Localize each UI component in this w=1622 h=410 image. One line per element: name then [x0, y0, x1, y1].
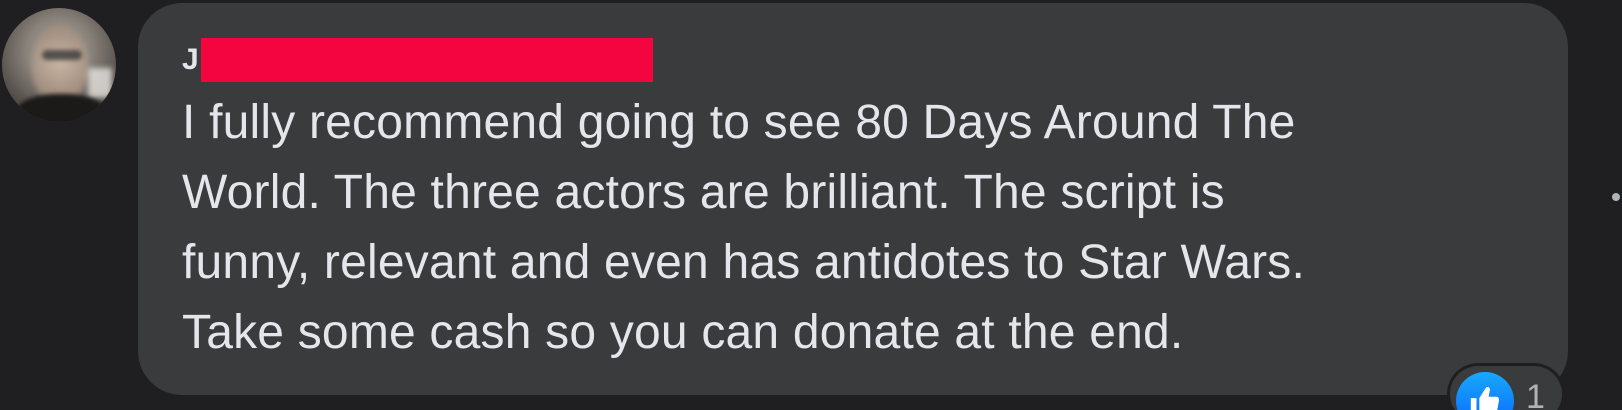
comment-author[interactable]: J: [182, 38, 653, 82]
more-options-icon[interactable]: [1612, 193, 1620, 201]
avatar-background: [88, 68, 112, 98]
comment-thread: J I fully recommend going to see 80 Days…: [0, 0, 1622, 410]
thumbs-up-glyph: [1470, 386, 1500, 410]
comment-line-2: World. The three actors are brilliant. T…: [182, 166, 1225, 219]
avatar-glasses: [42, 50, 82, 60]
avatar[interactable]: [2, 8, 116, 122]
thumbs-up-icon: [1456, 372, 1514, 410]
comment-text: I fully recommend going to see 80 Days A…: [182, 88, 1562, 368]
author-name-initial[interactable]: J: [182, 40, 199, 80]
comment-line-1: I fully recommend going to see 80 Days A…: [182, 96, 1296, 149]
author-name-redaction: [200, 38, 653, 82]
avatar-shirt: [16, 94, 106, 122]
comment-line-3: funny, relevant and even has antidotes t…: [182, 236, 1306, 289]
reaction-count: 1: [1526, 378, 1545, 410]
comment-line-4: Take some cash so you can donate at the …: [182, 306, 1184, 359]
reaction-summary[interactable]: 1: [1450, 366, 1562, 410]
